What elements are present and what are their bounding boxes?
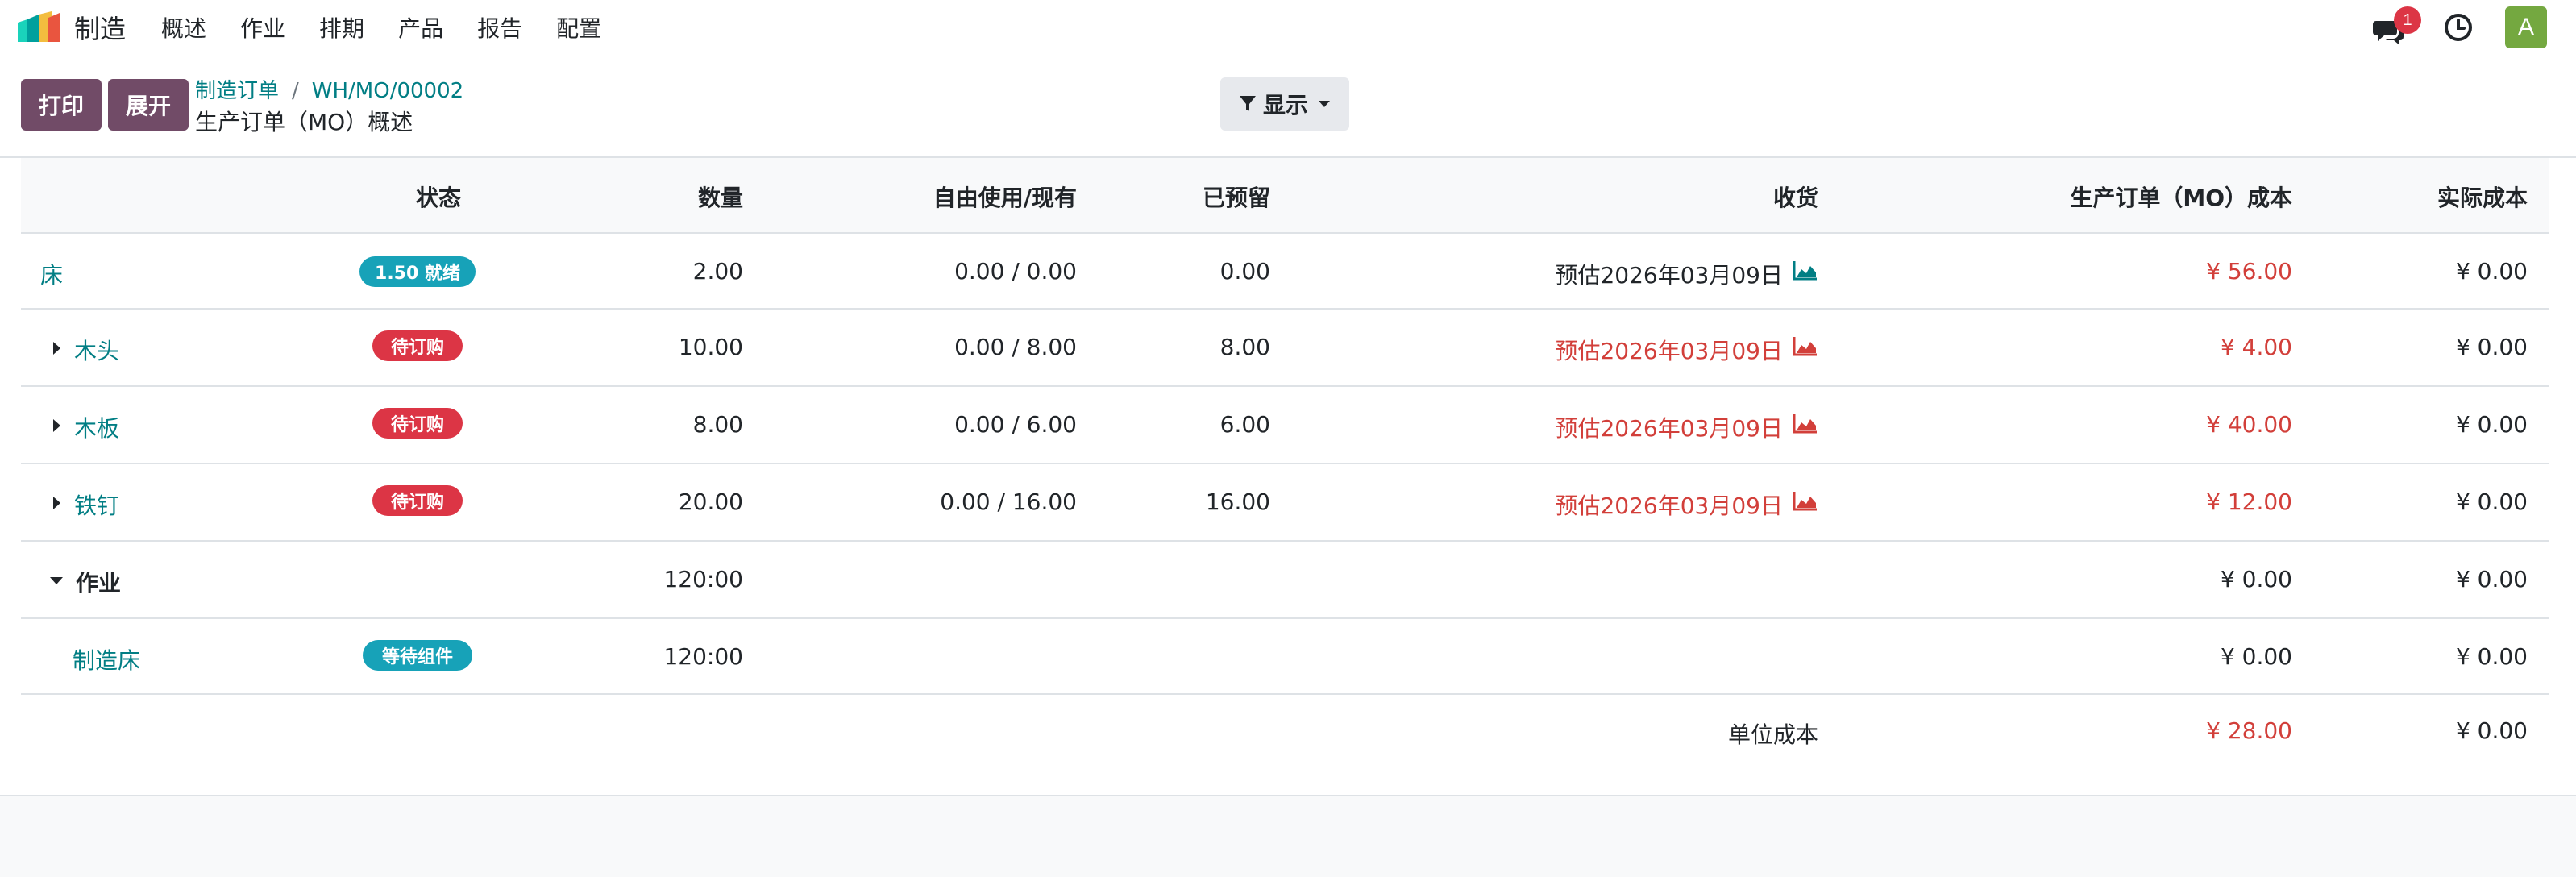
table-row: 铁钉 待订购 20.00 0.00 / 16.00 16.00 预估2026年0… xyxy=(21,464,2549,542)
operations-label[interactable]: 作业 xyxy=(76,566,121,598)
menu-item-overview[interactable]: 概述 xyxy=(161,11,206,44)
systray: 1 A xyxy=(2373,0,2576,55)
free-onhand: 0.00 / 8.00 xyxy=(954,334,1077,360)
unit-mo-cost: ¥ 28.00 xyxy=(2206,717,2292,744)
quantity: 120:00 xyxy=(663,566,743,592)
real-cost: ¥ 0.00 xyxy=(2455,411,2528,438)
quantity: 120:00 xyxy=(663,643,743,670)
table-header-row: 状态 数量 自由使用/现有 已预留 收货 生产订单（MO）成本 实际成本 xyxy=(21,158,2549,234)
quantity: 2.00 xyxy=(692,258,743,285)
area-chart-icon[interactable] xyxy=(1793,490,1818,511)
collapse-caret-icon[interactable] xyxy=(50,577,63,584)
reserved: 16.00 xyxy=(1205,488,1270,515)
caret-down-icon xyxy=(1319,101,1330,107)
quantity: 10.00 xyxy=(678,334,743,360)
chat-badge: 1 xyxy=(2394,6,2421,34)
status-badge: 等待组件 xyxy=(363,640,472,671)
clock-icon[interactable] xyxy=(2442,11,2474,44)
manufacturing-app-icon xyxy=(18,11,60,42)
control-panel: 打印 展开 制造订单 / WH/MO/00002 生产订单（MO）概述 显示 xyxy=(0,55,2576,158)
real-cost: ¥ 0.00 xyxy=(2455,334,2528,360)
reserved: 0.00 xyxy=(1219,258,1270,285)
real-cost: ¥ 0.00 xyxy=(2455,258,2528,285)
unit-cost-label: 单位成本 xyxy=(1727,721,1818,748)
expand-button[interactable]: 展开 xyxy=(108,79,189,131)
real-cost: ¥ 0.00 xyxy=(2455,566,2528,592)
reserved: 6.00 xyxy=(1219,411,1270,438)
real-cost: ¥ 0.00 xyxy=(2455,643,2528,670)
component-link[interactable]: 木头 xyxy=(74,334,119,366)
header-mo-cost: 生产订单（MO）成本 xyxy=(2070,185,2292,211)
menu-item-reporting[interactable]: 报告 xyxy=(477,11,522,44)
report-bottom-border xyxy=(0,795,2576,796)
breadcrumb-item-manufacturing-orders[interactable]: 制造订单 xyxy=(195,79,279,103)
mo-cost: ¥ 4.00 xyxy=(2220,334,2292,360)
quantity: 20.00 xyxy=(678,488,743,515)
unit-cost-row: 单位成本 ¥ 28.00 ¥ 0.00 xyxy=(21,695,2549,771)
mo-overview-report: 状态 数量 自由使用/现有 已预留 收货 生产订单（MO）成本 实际成本 床 1… xyxy=(0,158,2576,796)
print-button[interactable]: 打印 xyxy=(21,79,102,131)
mo-cost: ¥ 0.00 xyxy=(2220,566,2292,592)
mo-cost: ¥ 12.00 xyxy=(2206,488,2292,515)
display-dropdown-button[interactable]: 显示 xyxy=(1220,77,1349,131)
menu-item-products[interactable]: 产品 xyxy=(398,11,443,44)
receipt-date: 预估2026年03月09日 xyxy=(1555,493,1783,519)
product-link[interactable]: 床 xyxy=(40,258,63,290)
status-badge: 待订购 xyxy=(372,408,463,438)
table-row: 木板 待订购 8.00 0.00 / 6.00 6.00 预估2026年03月0… xyxy=(21,387,2549,464)
free-onhand: 0.00 / 6.00 xyxy=(954,411,1077,438)
breadcrumb-separator: / xyxy=(292,79,299,103)
menu-item-configuration[interactable]: 配置 xyxy=(556,11,601,44)
chat-button[interactable]: 1 xyxy=(2373,6,2421,45)
real-cost: ¥ 0.00 xyxy=(2455,488,2528,515)
header-reserved: 已预留 xyxy=(1202,185,1270,211)
menu-item-planning[interactable]: 排期 xyxy=(319,11,364,44)
display-label: 显示 xyxy=(1262,92,1308,118)
operations-group-row: 作业 120:00 ¥ 0.00 ¥ 0.00 xyxy=(21,542,2549,619)
component-link[interactable]: 木板 xyxy=(74,411,119,443)
expand-caret-icon[interactable] xyxy=(53,497,60,509)
mo-cost: ¥ 40.00 xyxy=(2206,411,2292,438)
header-real-cost: 实际成本 xyxy=(2437,185,2528,211)
unit-real-cost: ¥ 0.00 xyxy=(2455,717,2528,744)
table-row: 木头 待订购 10.00 0.00 / 8.00 8.00 预估2026年03月… xyxy=(21,310,2549,387)
breadcrumb: 制造订单 / WH/MO/00002 xyxy=(195,74,463,104)
user-avatar[interactable]: A xyxy=(2505,6,2547,48)
receipt-date: 预估2026年03月09日 xyxy=(1555,262,1783,289)
status-badge: 待订购 xyxy=(372,485,463,516)
status-badge: 待订购 xyxy=(372,330,463,361)
page-title: 生产订单（MO）概述 xyxy=(195,109,413,135)
free-onhand: 0.00 / 16.00 xyxy=(940,488,1077,515)
app-name: 制造 xyxy=(74,14,127,44)
table-row: 床 1.50 就绪 2.00 0.00 / 0.00 0.00 预估2026年0… xyxy=(21,234,2549,310)
header-free-onhand: 自由使用/现有 xyxy=(933,185,1077,211)
status-badge: 1.50 就绪 xyxy=(359,256,476,287)
app-brand[interactable]: 制造 xyxy=(16,9,126,46)
expand-caret-icon[interactable] xyxy=(53,419,60,432)
mo-cost: ¥ 56.00 xyxy=(2206,258,2292,285)
reserved: 8.00 xyxy=(1219,334,1270,360)
menu-item-operations[interactable]: 作业 xyxy=(240,11,285,44)
expand-caret-icon[interactable] xyxy=(53,342,60,355)
table-row: 制造床 等待组件 120:00 ¥ 0.00 ¥ 0.00 xyxy=(21,619,2549,695)
free-onhand: 0.00 / 0.00 xyxy=(954,258,1077,285)
main-menu: 概述 作业 排期 产品 报告 配置 xyxy=(161,11,635,44)
area-chart-icon[interactable] xyxy=(1793,413,1818,434)
area-chart-icon[interactable] xyxy=(1793,260,1818,281)
quantity: 8.00 xyxy=(692,411,743,438)
top-navbar: 制造 概述 作业 排期 产品 报告 配置 1 A xyxy=(0,0,2576,55)
area-chart-icon[interactable] xyxy=(1793,335,1818,356)
header-status: 状态 xyxy=(415,185,461,211)
receipt-date: 预估2026年03月09日 xyxy=(1555,338,1783,364)
receipt-date: 预估2026年03月09日 xyxy=(1555,415,1783,442)
component-link[interactable]: 铁钉 xyxy=(74,488,119,521)
filter-icon xyxy=(1239,96,1256,111)
header-receipt: 收货 xyxy=(1772,185,1818,211)
operation-link[interactable]: 制造床 xyxy=(73,643,140,675)
header-quantity: 数量 xyxy=(697,185,743,211)
mo-cost: ¥ 0.00 xyxy=(2220,643,2292,670)
breadcrumb-item-mo[interactable]: WH/MO/00002 xyxy=(312,79,463,103)
